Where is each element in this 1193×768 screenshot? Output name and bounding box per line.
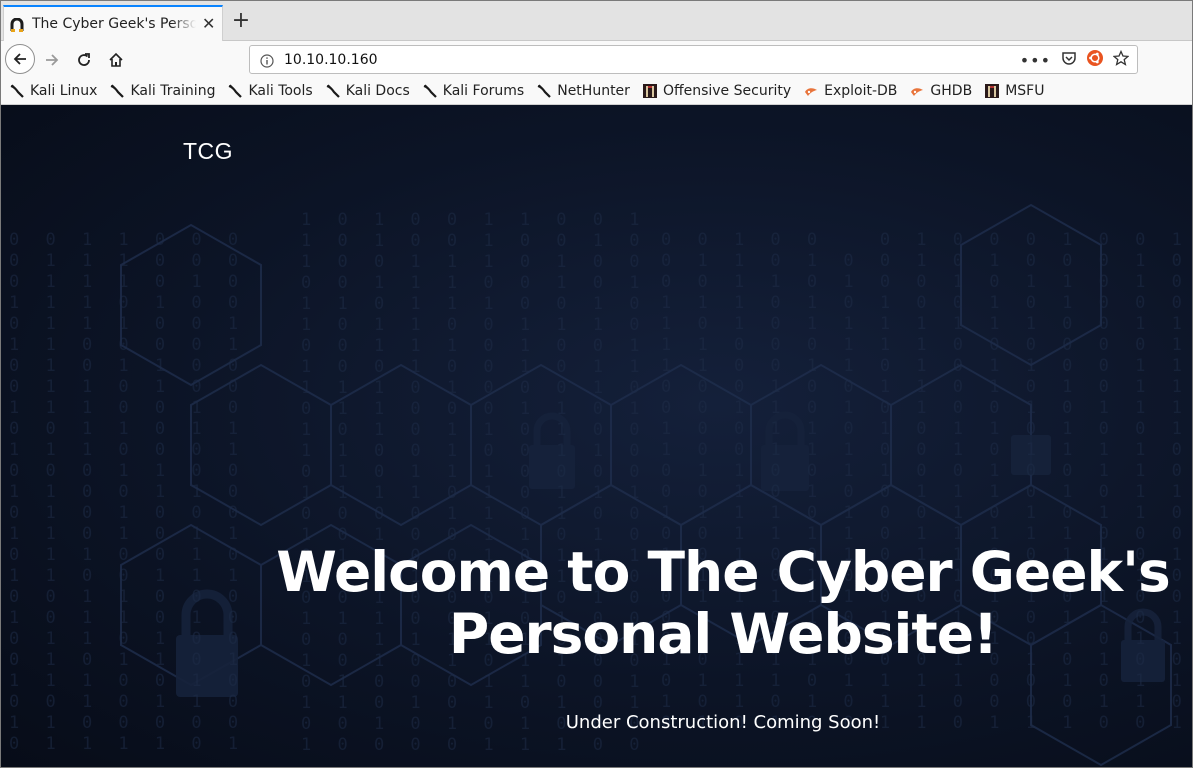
site-brand[interactable]: TCG (183, 138, 233, 165)
kali-dragon-icon (536, 83, 552, 99)
navigation-bar: 10.10.10.160 ••• (1, 41, 1192, 77)
exploitdb-icon (909, 83, 925, 99)
kali-dragon-icon (109, 83, 125, 99)
hero-title: Welcome to The Cyber Geek's Personal Web… (253, 541, 1192, 665)
bookmark-offensive-security[interactable]: Offensive Security (642, 83, 791, 99)
pocket-icon[interactable] (1061, 50, 1077, 70)
tab-strip: The Cyber Geek's Personal Website ✕ + (1, 1, 1192, 41)
url-bar[interactable]: 10.10.10.160 ••• (249, 45, 1138, 74)
tab-title: The Cyber Geek's Personal Website (32, 16, 196, 32)
home-button[interactable] (102, 46, 130, 74)
bookmark-label: Exploit-DB (824, 82, 898, 99)
bookmark-label: Kali Linux (30, 82, 98, 99)
hero-title-line-2: Personal Website! (448, 602, 998, 666)
kali-dragon-icon (227, 83, 243, 99)
bookmark-kali-forums[interactable]: Kali Forums (422, 83, 524, 99)
bookmark-kali-linux[interactable]: Kali Linux (9, 83, 97, 99)
site-favicon-icon (10, 17, 24, 32)
binary-rain-left: 0 0 1 1 0 0 0 0 1 1 1 0 0 0 0 1 1 1 0 1 … (9, 230, 247, 754)
home-icon (109, 52, 123, 67)
bookmark-label: NetHunter (557, 82, 630, 99)
bookmark-label: Kali Training (130, 82, 216, 99)
ubuntu-icon[interactable] (1087, 50, 1103, 70)
kali-dragon-icon (422, 83, 438, 99)
bookmark-exploit-db[interactable]: Exploit-DB (803, 83, 897, 99)
forward-button[interactable] (38, 46, 66, 74)
bookmark-label: GHDB (930, 82, 973, 99)
kali-dragon-icon (9, 83, 25, 99)
bookmark-ghdb[interactable]: GHDB (909, 83, 972, 99)
bookmark-label: Offensive Security (662, 82, 792, 99)
bookmark-kali-tools[interactable]: Kali Tools (227, 82, 313, 99)
site-info-icon[interactable] (260, 53, 274, 68)
offsec-icon (642, 83, 658, 99)
bookmark-msfu[interactable]: MSFU (984, 83, 1044, 99)
bookmark-label: Kali Forums (442, 82, 525, 99)
page-actions-icon[interactable]: ••• (1020, 51, 1051, 70)
bookmark-star-icon[interactable] (1112, 49, 1130, 70)
back-arrow-icon (13, 53, 26, 65)
back-button[interactable] (5, 44, 35, 74)
forward-arrow-icon (46, 54, 59, 66)
kali-dragon-icon (325, 83, 341, 99)
bookmark-label: MSFU (1005, 82, 1045, 99)
binary-rain-middle: 1 0 1 0 0 1 1 0 0 1 1 0 1 0 0 1 0 0 1 0 … (301, 210, 648, 755)
reload-icon (78, 53, 90, 66)
bookmark-kali-docs[interactable]: Kali Docs (325, 83, 410, 99)
bookmark-kali-training[interactable]: Kali Training (109, 83, 215, 99)
offsec-icon (984, 83, 1000, 99)
exploitdb-icon (803, 83, 819, 99)
bookmark-nethunter[interactable]: NetHunter (536, 83, 630, 99)
browser-window: The Cyber Geek's Personal Website ✕ + 10… (0, 0, 1193, 768)
web-page: 0 0 1 1 0 0 0 0 1 1 1 0 0 0 0 1 1 1 0 1 … (1, 105, 1192, 767)
new-tab-icon[interactable]: + (230, 9, 252, 33)
hero-subtitle: Under Construction! Coming Soon! (565, 712, 881, 733)
reload-button[interactable] (70, 46, 98, 74)
bookmark-label: Kali Tools (248, 82, 313, 99)
tab-active[interactable]: The Cyber Geek's Personal Website ✕ (3, 5, 223, 41)
bookmarks-toolbar: Kali Linux Kali Training Kali Tools Kali Do… (1, 77, 1192, 105)
close-tab-icon[interactable]: ✕ (202, 16, 215, 32)
bookmark-label: Kali Docs (345, 82, 410, 99)
url-text: 10.10.10.160 (284, 51, 378, 68)
hero-title-line-1: Welcome to The Cyber Geek's (276, 540, 1170, 604)
